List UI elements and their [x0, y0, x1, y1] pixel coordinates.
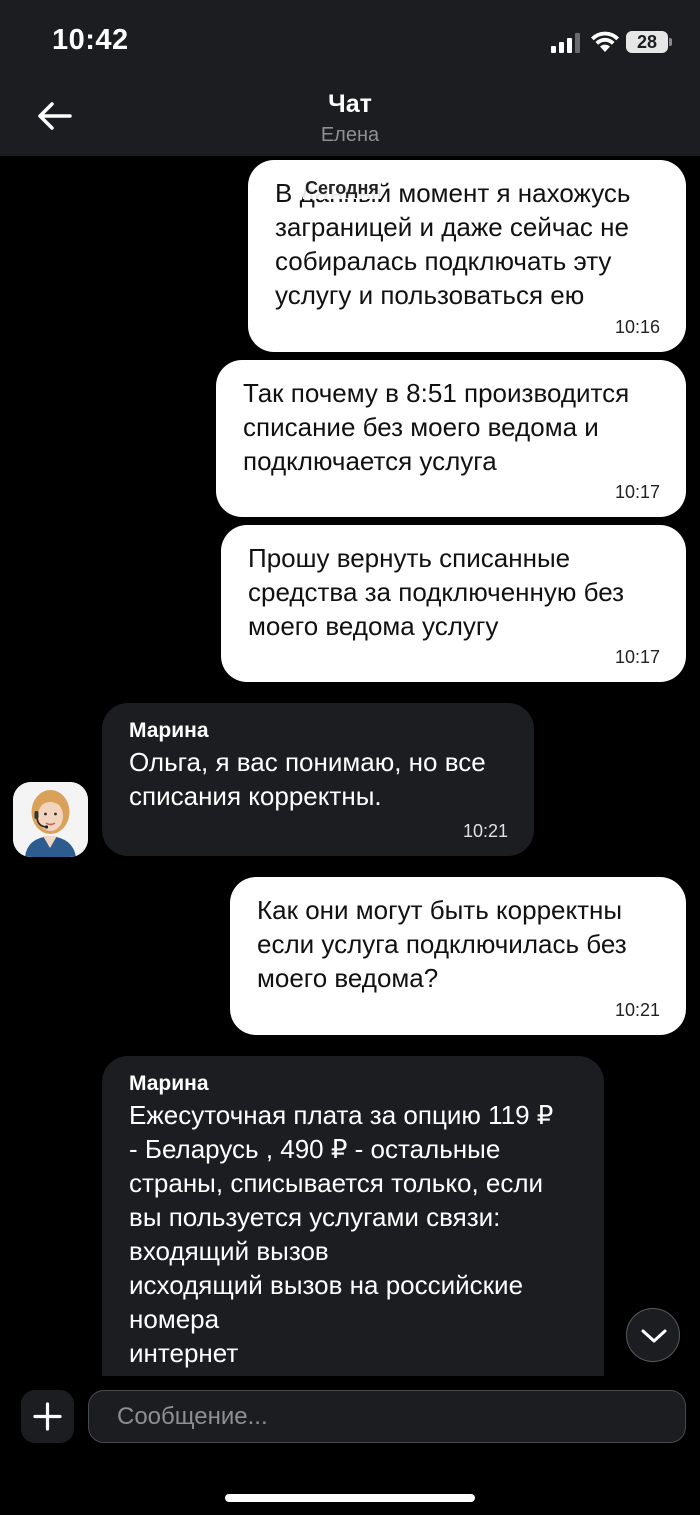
message-time: 10:17 — [614, 482, 660, 502]
message-composer — [0, 1376, 700, 1515]
status-bar: 10:42 28 — [0, 0, 700, 82]
add-attachment-button[interactable] — [21, 1390, 74, 1443]
home-indicator — [225, 1494, 475, 1502]
message-bubble-incoming: Марина Ольга, я вас понимаю, но все спис… — [102, 703, 534, 856]
operator-avatar-icon — [13, 782, 88, 857]
message-sender: Марина — [129, 1072, 209, 1095]
chevron-down-icon — [641, 1329, 667, 1343]
message-time: 10:17 — [614, 647, 660, 667]
wifi-icon — [591, 31, 619, 52]
message-bubble-outgoing: Как они могут быть корректны если услуга… — [230, 877, 686, 1035]
battery-tip — [669, 38, 672, 46]
message-time: 10:16 — [614, 317, 660, 337]
date-separator: Сегодня — [303, 178, 381, 199]
message-text: Как они могут быть корректны если услуга… — [257, 895, 627, 993]
message-bubble-outgoing: Прошу вернуть списанные средства за подк… — [221, 525, 686, 682]
plus-icon — [33, 1402, 62, 1431]
message-text: Так почему в 8:51 производится списание … — [243, 378, 630, 476]
chat-header: Чат Елена — [0, 82, 700, 156]
page-title: Чат — [328, 90, 372, 118]
avatar — [13, 782, 88, 857]
message-input[interactable] — [88, 1390, 686, 1443]
message-sender: Марина — [129, 719, 209, 742]
message-time: 10:21 — [462, 821, 508, 841]
cellular-signal-icon — [551, 33, 580, 53]
message-bubble-incoming: Марина Ежесуточная плата за опцию 119 ₽ … — [102, 1056, 604, 1376]
chat-subtitle: Елена — [320, 124, 380, 146]
scroll-down-button[interactable] — [626, 1308, 680, 1362]
message-list[interactable]: В данный момент я нахожусь заграницей и … — [0, 156, 700, 1376]
battery-indicator: 28 — [626, 31, 668, 53]
message-text: Ольга, я вас понимаю, но все списания ко… — [129, 747, 486, 811]
status-time: 10:42 — [52, 24, 129, 56]
message-time: 10:21 — [614, 1000, 660, 1020]
message-text: Прошу вернуть списанные средства за подк… — [248, 543, 624, 641]
message-text: Ежесуточная плата за опцию 119 ₽ - Белар… — [129, 1100, 554, 1376]
message-bubble-outgoing: Так почему в 8:51 производится списание … — [216, 360, 686, 517]
